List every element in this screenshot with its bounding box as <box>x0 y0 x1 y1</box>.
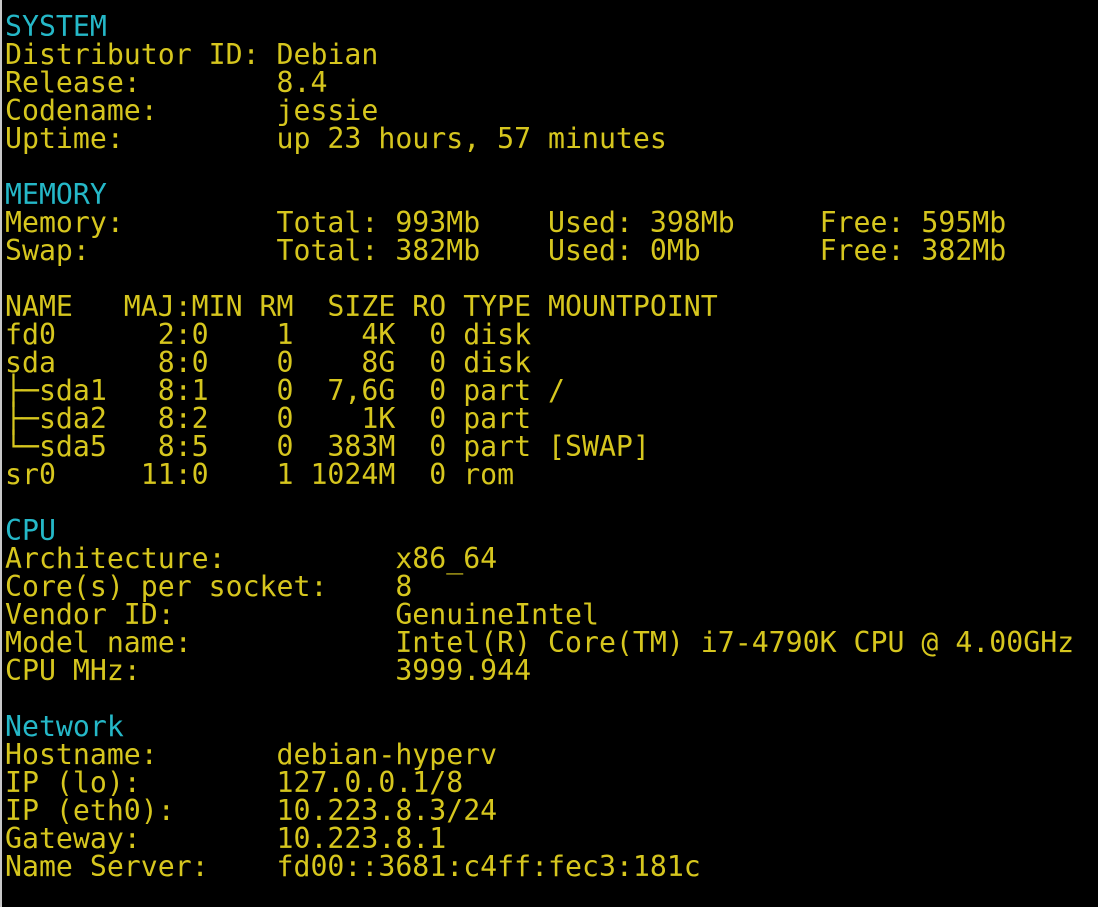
terminal-line: sda 8:0 0 8G 0 disk <box>5 346 532 379</box>
terminal-line: Hostname: debian-hyperv <box>5 738 498 771</box>
terminal-line: Gateway: 10.223.8.1 <box>5 822 447 855</box>
terminal-line: IP (lo): 127.0.0.1/8 <box>5 766 464 799</box>
terminal-line: ├─sda1 8:1 0 7,6G 0 part / <box>5 374 566 407</box>
terminal-line: Model name: Intel(R) Core(TM) i7-4790K C… <box>5 626 1075 659</box>
terminal-line: Architecture: x86_64 <box>5 542 498 575</box>
terminal-window[interactable]: SYSTEM Distributor ID: Debian Release: 8.4… <box>0 0 1098 907</box>
terminal-line: IP (eth0): 10.223.8.3/24 <box>5 794 498 827</box>
terminal-line: Name Server: fd00::3681:c4ff:fec3:181c <box>5 850 701 883</box>
terminal-line: Distributor ID: Debian <box>5 38 379 71</box>
terminal-line: Release: 8.4 <box>5 66 328 99</box>
terminal-line: Codename: jessie <box>5 94 379 127</box>
section-heading: CPU <box>5 514 56 547</box>
terminal-line: Core(s) per socket: 8 <box>5 570 413 603</box>
terminal-line: ├─sda2 8:2 0 1K 0 part <box>5 402 532 435</box>
section-heading: MEMORY <box>5 178 107 211</box>
terminal-line: NAME MAJ:MIN RM SIZE RO TYPE MOUNTPOINT <box>5 290 718 323</box>
terminal-line: Memory: Total: 993Mb Used: 398Mb Free: 5… <box>5 206 1007 239</box>
terminal-line: └─sda5 8:5 0 383M 0 part [SWAP] <box>5 430 650 463</box>
terminal-line: CPU MHz: 3999.944 <box>5 654 532 687</box>
terminal-line: Uptime: up 23 hours, 57 minutes <box>5 122 667 155</box>
terminal-line: Vendor ID: GenuineIntel <box>5 598 599 631</box>
terminal-line: sr0 11:0 1 1024M 0 rom <box>5 458 515 491</box>
terminal-line: fd0 2:0 1 4K 0 disk <box>5 318 532 351</box>
section-heading: SYSTEM <box>5 10 107 43</box>
terminal-line: Swap: Total: 382Mb Used: 0Mb Free: 382Mb <box>5 234 1007 267</box>
section-heading: Network <box>5 710 124 743</box>
terminal-output: SYSTEM Distributor ID: Debian Release: 8.4… <box>5 10 1075 883</box>
